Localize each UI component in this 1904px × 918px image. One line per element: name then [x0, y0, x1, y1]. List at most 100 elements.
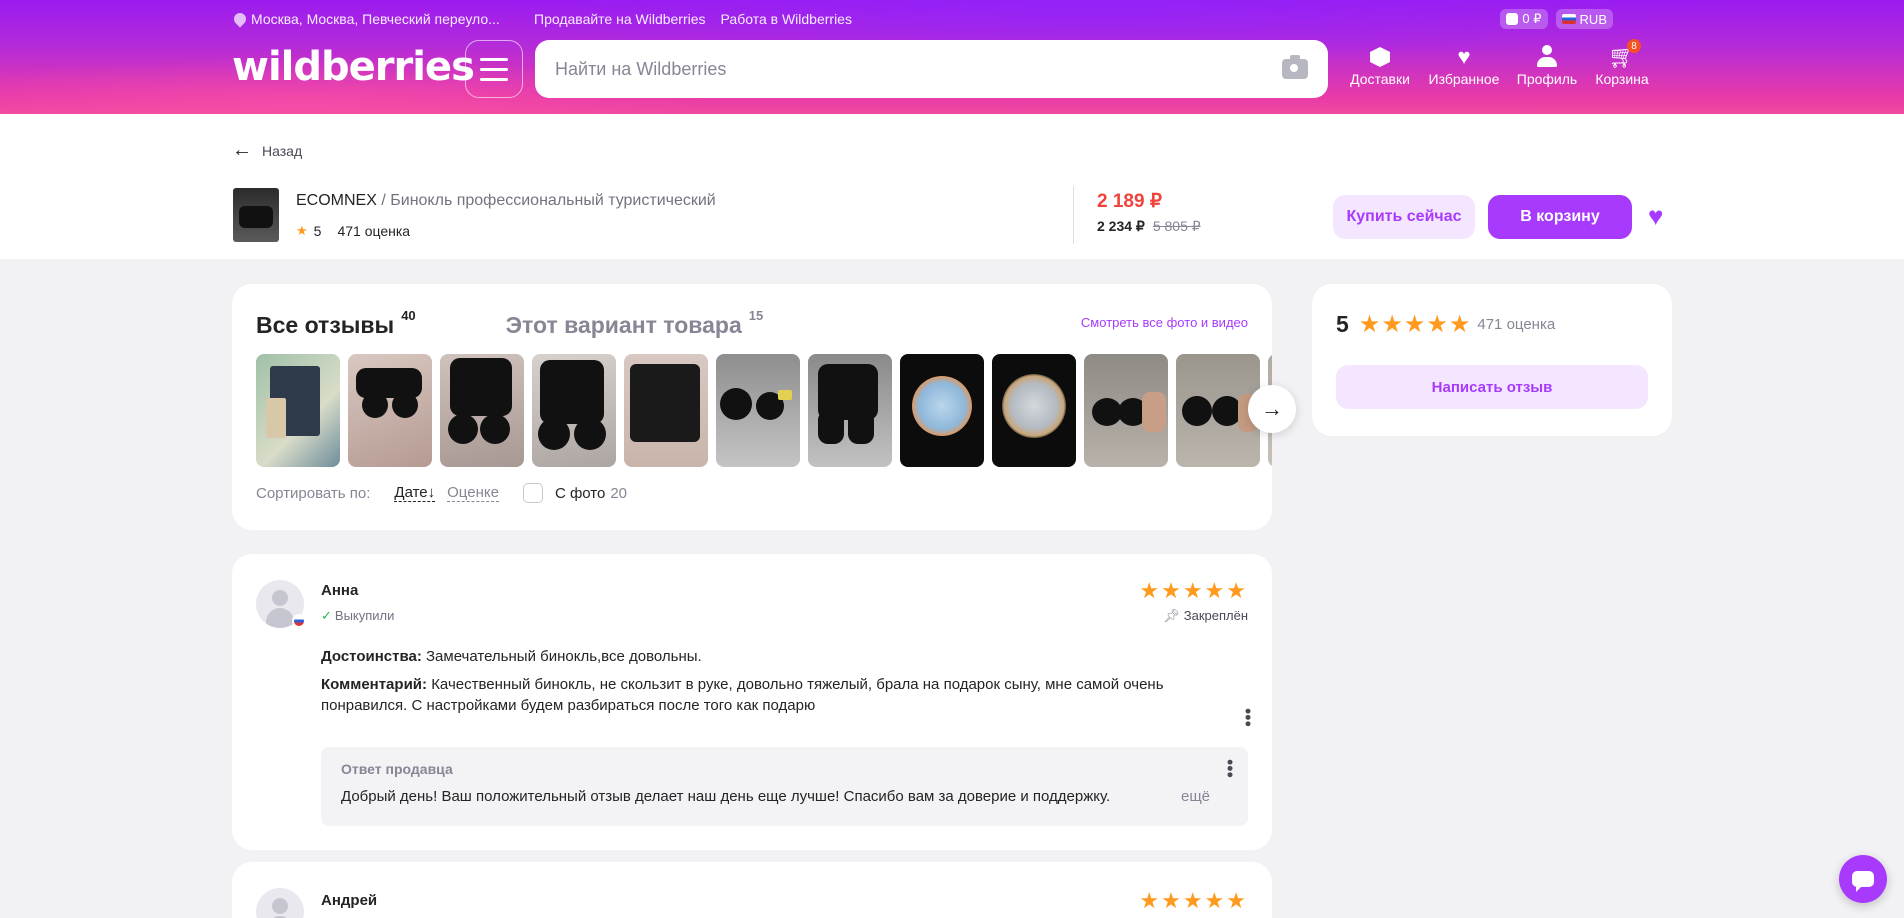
- seller-reply: Ответ продавца ••• Добрый день! Ваш поло…: [321, 747, 1248, 826]
- with-photo-checkbox[interactable]: [522, 483, 543, 503]
- review-author: Андрей: [321, 892, 378, 909]
- wallet-icon: [1506, 13, 1519, 25]
- product-thumbnail[interactable]: [233, 188, 279, 242]
- review-photo[interactable]: [808, 354, 892, 467]
- top-line: Москва, Москва, Певческий переуло... Про…: [231, 10, 852, 28]
- pinned-status: 📌︎ Закреплён: [1163, 608, 1248, 624]
- price-wallet-value: 2 234 ₽: [1097, 218, 1145, 234]
- review-bought-status: ✓ Выкупили: [321, 608, 394, 624]
- nav-cart-label: Корзина: [1595, 71, 1649, 87]
- menu-icon-line: [480, 67, 508, 71]
- menu-icon-line: [480, 57, 508, 61]
- review-card: Анна ✓ Выкупили ★★★★★ 📌︎ Закреплён Достоин…: [232, 554, 1272, 850]
- back-button[interactable]: ← Назад: [232, 139, 302, 162]
- comment-text: Качественный бинокль, не скользит в руке…: [321, 676, 1164, 714]
- product-name: Бинокль профессиональный туристический: [390, 192, 716, 209]
- product-ratings-count: 471 оценка: [337, 223, 411, 239]
- review-photo[interactable]: [900, 354, 984, 467]
- search-input[interactable]: [555, 58, 1282, 80]
- tab-all-count: 40: [401, 308, 416, 323]
- tab-all-label: Все отзывы: [256, 312, 395, 338]
- chat-icon: [1852, 871, 1874, 892]
- avatar: [256, 888, 304, 918]
- review-photo[interactable]: [440, 354, 524, 467]
- product-title[interactable]: ECOMNEX / Бинокль профессиональный турис…: [296, 192, 716, 210]
- all-media-link[interactable]: Смотреть все фото и видео: [1081, 315, 1248, 330]
- reply-expand-link[interactable]: ещё: [1181, 788, 1210, 805]
- balance-value: 0 ₽: [1522, 11, 1542, 26]
- price-old: 5 805 ₽: [1152, 218, 1201, 234]
- arrow-right-icon: →: [1261, 396, 1283, 421]
- star-icon: ★: [296, 223, 308, 238]
- arrow-left-icon: ←: [232, 139, 252, 161]
- seller-reply-text: Добрый день! Ваш положительный отзыв дел…: [341, 788, 1111, 805]
- sort-row: Сортировать по: Дате↓ Оценке С фото 20: [256, 483, 627, 503]
- summary-stars-icon: ★★★★★: [1358, 311, 1472, 338]
- product-brand: ECOMNEX: [296, 192, 377, 209]
- reviews-tabs: Все отзывы 40 Этот вариант товара 15: [256, 308, 764, 339]
- review-author: Анна: [321, 582, 359, 599]
- cart-count-badge: 8: [1627, 39, 1641, 53]
- summary-rating-value: 5: [1336, 311, 1349, 337]
- tab-all-reviews[interactable]: Все отзывы 40: [256, 308, 416, 339]
- tab-this-variant[interactable]: Этот вариант товара 15: [505, 308, 764, 339]
- divider: [1073, 186, 1074, 244]
- title-separator: /: [376, 192, 391, 209]
- back-label: Назад: [262, 142, 303, 159]
- product-rating-value: 5: [313, 223, 322, 239]
- reply-more-icon[interactable]: •••: [1220, 759, 1240, 778]
- review-photo[interactable]: [532, 354, 616, 467]
- summary-rating: 5 ★★★★★ 471 оценка: [1336, 310, 1555, 339]
- review-stars-icon: ★★★★★: [1139, 888, 1248, 913]
- nav-deliveries-label: Доставки: [1350, 71, 1410, 87]
- balance-badge[interactable]: 0 ₽: [1500, 9, 1548, 29]
- product-strip: ← Назад ECOMNEX / Бинокль профессиональн…: [0, 114, 1904, 259]
- review-comment: Комментарий: Качественный бинокль, не ск…: [321, 674, 1181, 716]
- menu-button[interactable]: [465, 40, 523, 98]
- review-more-icon[interactable]: •••: [1238, 708, 1258, 727]
- photos-next-button[interactable]: →: [1248, 385, 1296, 433]
- nav-favorites-label: Избранное: [1428, 71, 1500, 87]
- wildberries-logo[interactable]: wildberries: [232, 44, 475, 90]
- sort-label: Сортировать по:: [256, 484, 371, 502]
- nav-favorites[interactable]: ♥ Избранное: [1419, 43, 1509, 87]
- pinned-label: Закреплён: [1183, 608, 1248, 623]
- review-card: Андрей ★★★★★: [232, 862, 1272, 918]
- add-to-cart-button[interactable]: В корзину: [1488, 195, 1632, 239]
- search-box: [535, 40, 1328, 98]
- tab-variant-count: 15: [748, 308, 764, 323]
- russia-flag-icon: [292, 614, 306, 628]
- seller-reply-title: Ответ продавца: [341, 761, 453, 777]
- sort-by-rating[interactable]: Оценке: [447, 484, 499, 502]
- review-photo[interactable]: [1084, 354, 1168, 467]
- write-review-button[interactable]: Написать отзыв: [1336, 365, 1648, 409]
- nav-cart[interactable]: 🛒︎ 8 Корзина: [1589, 39, 1655, 87]
- buy-now-button[interactable]: Купить сейчас: [1333, 195, 1475, 239]
- with-photo-count: 20: [610, 484, 628, 502]
- sort-by-date[interactable]: Дате↓: [394, 484, 436, 502]
- price-current: 2 189 ₽: [1097, 191, 1162, 212]
- pros-text: Замечательный бинокль,все довольны.: [426, 648, 702, 665]
- review-photo[interactable]: [624, 354, 708, 467]
- nav-deliveries[interactable]: Доставки: [1344, 43, 1416, 87]
- sell-on-wb-link[interactable]: Продавайте на Wildberries: [534, 11, 706, 27]
- chat-button[interactable]: [1839, 855, 1887, 903]
- location-selector[interactable]: Москва, Москва, Певческий переуло...: [231, 10, 534, 28]
- review-photo[interactable]: [716, 354, 800, 467]
- review-photo[interactable]: [256, 354, 340, 467]
- currency-value: RUB: [1579, 11, 1607, 27]
- review-photo[interactable]: [348, 354, 432, 467]
- camera-search-icon[interactable]: [1282, 55, 1308, 79]
- location-text: Москва, Москва, Певческий переуло...: [251, 11, 500, 27]
- pin-icon: 📌︎: [1163, 608, 1180, 623]
- tab-variant-label: Этот вариант товара: [505, 312, 742, 338]
- review-photos-strip: [256, 354, 1272, 467]
- nav-profile[interactable]: Профиль: [1511, 43, 1583, 87]
- bought-label: Выкупили: [334, 608, 395, 623]
- work-at-wb-link[interactable]: Работа в Wildberries: [721, 11, 852, 27]
- add-to-favorites-heart-icon[interactable]: ♥: [1648, 203, 1663, 229]
- summary-count: 471 оценка: [1477, 316, 1556, 333]
- currency-badge[interactable]: RUB: [1555, 9, 1613, 29]
- review-photo[interactable]: [992, 354, 1076, 467]
- header-badges: 0 ₽ RUB: [1500, 9, 1613, 29]
